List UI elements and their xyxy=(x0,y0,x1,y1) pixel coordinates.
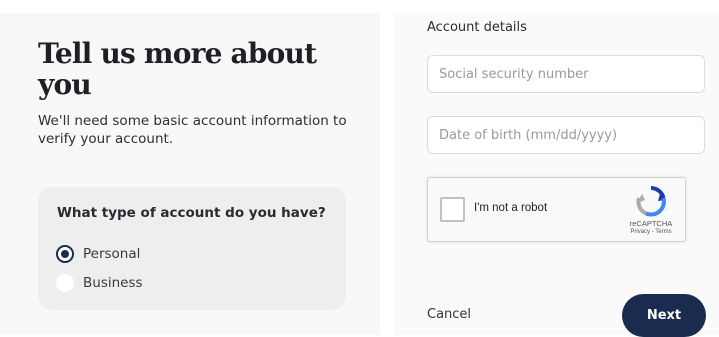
checkbox-icon[interactable] xyxy=(440,197,465,222)
account-type-question: What type of account do you have? xyxy=(57,205,326,221)
account-type-card: What type of account do you have? Person… xyxy=(38,187,346,310)
radio-unchecked-icon[interactable] xyxy=(56,274,74,292)
radio-option-business[interactable]: Business xyxy=(56,272,143,294)
radio-checked-icon[interactable] xyxy=(56,245,74,263)
recaptcha-widget: I'm not a robot reCAPTCHA Privacy - Term… xyxy=(427,177,686,242)
section-title: Account details xyxy=(427,20,527,35)
radio-option-personal[interactable]: Personal xyxy=(56,243,140,265)
dob-input[interactable] xyxy=(427,116,705,154)
recaptcha-logo-icon xyxy=(636,186,666,217)
page-title: Tell us more about you xyxy=(38,37,317,101)
radio-label-personal: Personal xyxy=(83,246,141,262)
page-subtitle: We'll need some basic account informatio… xyxy=(38,113,347,147)
ssn-input[interactable] xyxy=(427,55,705,93)
recaptcha-brand: reCAPTCHA xyxy=(629,219,673,228)
cancel-link[interactable]: Cancel xyxy=(427,307,471,322)
next-button[interactable]: Next xyxy=(622,294,706,337)
recaptcha-label: I'm not a robot xyxy=(474,202,548,214)
recaptcha-links[interactable]: Privacy - Terms xyxy=(616,229,686,235)
radio-label-business: Business xyxy=(83,275,143,291)
